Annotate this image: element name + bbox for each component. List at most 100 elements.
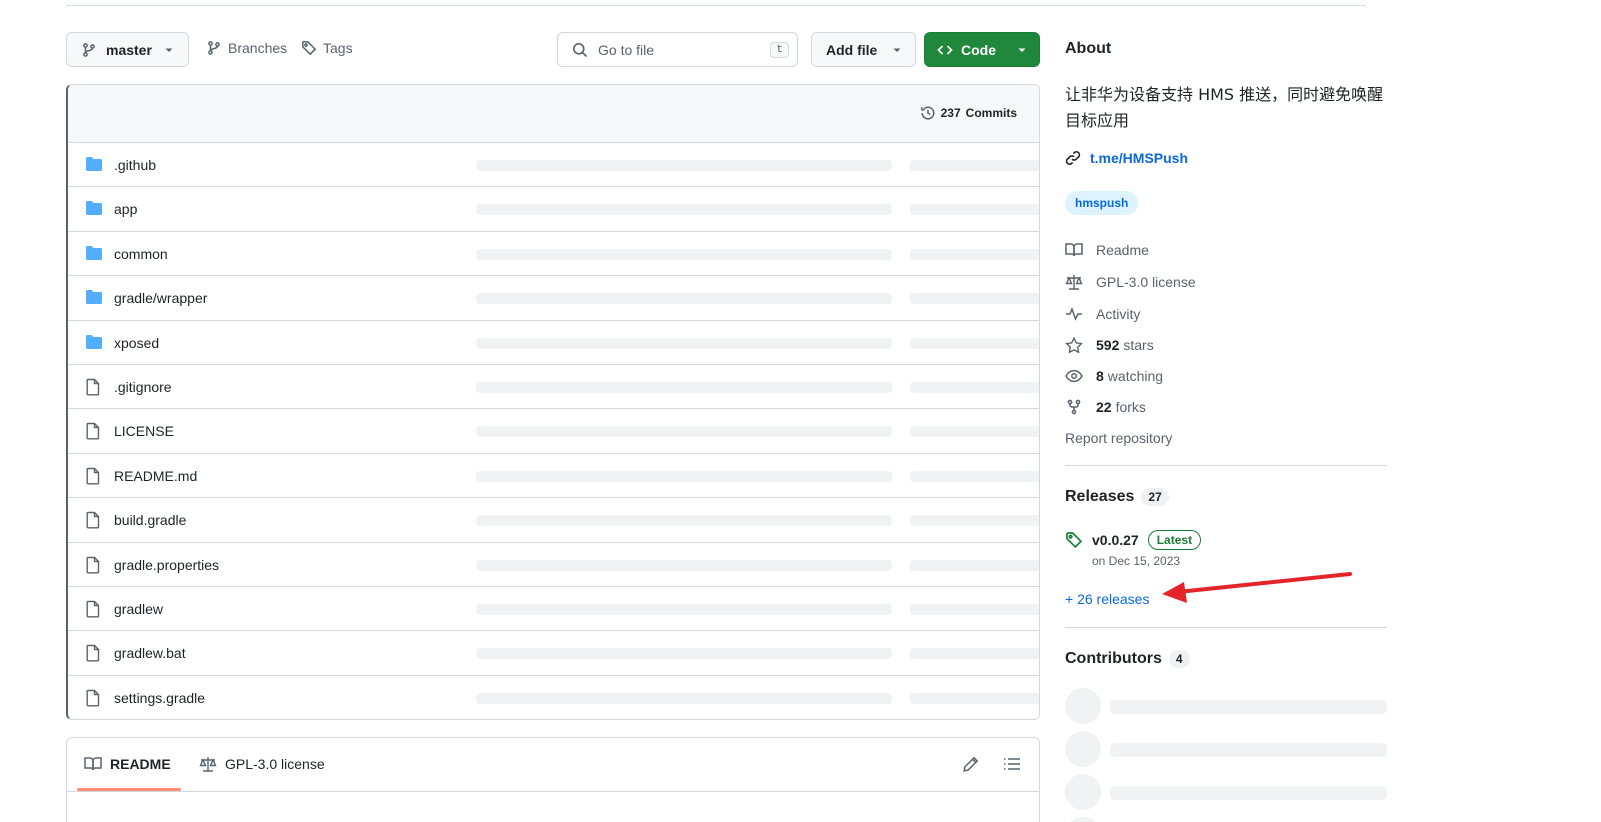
license-link-label: GPL-3.0 license [1096, 274, 1196, 290]
tags-link[interactable]: Tags [301, 40, 353, 56]
file-name[interactable]: common [114, 246, 168, 262]
add-file-button[interactable]: Add file [811, 32, 916, 67]
file-row[interactable]: gradlew [68, 587, 1039, 632]
file-name[interactable]: gradle/wrapper [114, 290, 207, 306]
file-row[interactable]: .gitignore [68, 365, 1039, 410]
table-of-contents-icon[interactable] [1003, 756, 1021, 772]
stars-label: stars [1123, 337, 1154, 353]
go-to-file-box[interactable]: t [557, 32, 798, 67]
releases-heading[interactable]: Releases 27 [1065, 488, 1169, 506]
commit-date-placeholder [910, 692, 1039, 704]
commit-date-placeholder [910, 337, 1039, 349]
folder-icon [85, 289, 103, 305]
avatar [1065, 688, 1101, 724]
code-label: Code [961, 41, 996, 58]
commit-count: 237 [940, 106, 961, 120]
latest-release-link[interactable]: v0.0.27 Latest [1065, 530, 1202, 550]
file-name[interactable]: LICENSE [114, 423, 174, 439]
commit-date-placeholder [910, 648, 1039, 660]
commit-message-placeholder [476, 160, 892, 171]
active-tab-indicator [77, 788, 181, 791]
website-link[interactable]: t.me/HMSPush [1065, 150, 1188, 166]
commit-date-placeholder [910, 381, 1039, 393]
link-icon [1065, 150, 1081, 166]
tab-readme[interactable]: README [84, 756, 171, 772]
pencil-icon[interactable] [963, 756, 979, 772]
file-row[interactable]: app [68, 187, 1039, 232]
branches-link[interactable]: Branches [206, 40, 287, 56]
file-row[interactable]: xposed [68, 321, 1039, 365]
file-name[interactable]: .github [114, 157, 156, 173]
star-icon [1065, 337, 1083, 353]
commit-message-placeholder [476, 559, 892, 571]
folder-icon [85, 200, 103, 216]
code-button[interactable]: Code [924, 32, 1040, 67]
commit-message-placeholder [476, 381, 892, 393]
commit-message-placeholder [476, 337, 892, 349]
more-releases-link[interactable]: + 26 releases [1065, 591, 1149, 607]
sidebar-divider [1065, 465, 1387, 466]
file-icon [85, 556, 101, 574]
file-name[interactable]: .gitignore [114, 379, 172, 395]
file-name[interactable]: README.md [114, 468, 197, 484]
file-row[interactable]: build.gradle [68, 498, 1039, 543]
file-row[interactable]: gradle/wrapper [68, 276, 1039, 321]
commit-message-placeholder [476, 293, 892, 305]
file-row[interactable]: gradle.properties [68, 543, 1039, 587]
releases-count: 27 [1141, 488, 1169, 506]
report-repository-link[interactable]: Report repository [1065, 430, 1172, 446]
file-name[interactable]: settings.gradle [114, 690, 205, 706]
tab-license[interactable]: GPL-3.0 license [199, 756, 325, 772]
git-branch-icon [206, 40, 222, 56]
file-row[interactable]: .github [68, 143, 1039, 188]
commit-date-placeholder [910, 559, 1039, 571]
file-row[interactable]: LICENSE [68, 409, 1039, 454]
commit-message-placeholder [476, 204, 892, 216]
commit-date-placeholder [910, 470, 1039, 482]
tag-icon [301, 40, 317, 56]
annotation-arrow [1162, 572, 1352, 603]
file-icon [85, 689, 101, 707]
file-row[interactable]: settings.gradle [68, 676, 1039, 719]
tab-readme-label: README [110, 756, 171, 772]
file-row[interactable]: README.md [68, 454, 1039, 499]
file-name[interactable]: app [114, 201, 137, 217]
stars-count: 592 [1096, 337, 1120, 353]
file-name[interactable]: gradlew.bat [114, 645, 186, 661]
commit-date-placeholder [910, 160, 1039, 171]
commit-message-placeholder [476, 426, 892, 438]
sidebar-divider [1065, 627, 1387, 628]
about-title: About [1065, 40, 1112, 57]
file-name[interactable]: gradle.properties [114, 557, 219, 573]
branch-name: master [106, 41, 152, 58]
law-scale-icon [1065, 274, 1083, 290]
commit-message-placeholder [476, 648, 892, 660]
file-row[interactable]: gradlew.bat [68, 631, 1039, 676]
commits-link[interactable]: 237 Commits [920, 105, 1017, 121]
topic-tag[interactable]: hmspush [1065, 191, 1139, 215]
file-name[interactable]: gradlew [114, 601, 163, 617]
file-name[interactable]: xposed [114, 335, 159, 351]
releases-title: Releases [1065, 488, 1135, 505]
search-icon [572, 42, 588, 58]
eye-icon [1065, 368, 1083, 384]
commit-date-placeholder [910, 515, 1039, 527]
release-name: v0.0.27 [1092, 532, 1139, 548]
contributors-heading[interactable]: Contributors 4 [1065, 650, 1190, 668]
law-scale-icon [199, 756, 217, 772]
watchers-link[interactable]: 8 watching [1065, 368, 1163, 384]
branch-selector-button[interactable]: master [66, 32, 189, 67]
commit-message-placeholder [476, 515, 892, 527]
file-row[interactable]: common [68, 232, 1039, 277]
avatar [1065, 731, 1101, 767]
commit-date-placeholder [910, 426, 1039, 438]
go-to-file-input[interactable] [598, 41, 758, 58]
activity-link[interactable]: Activity [1065, 306, 1140, 322]
license-link[interactable]: GPL-3.0 license [1065, 274, 1196, 290]
file-name[interactable]: build.gradle [114, 512, 186, 528]
forks-link[interactable]: 22 forks [1065, 399, 1146, 415]
readme-link[interactable]: Readme [1065, 242, 1149, 258]
folder-icon [85, 334, 103, 350]
stars-link[interactable]: 592 stars [1065, 337, 1154, 353]
file-icon [85, 422, 101, 440]
